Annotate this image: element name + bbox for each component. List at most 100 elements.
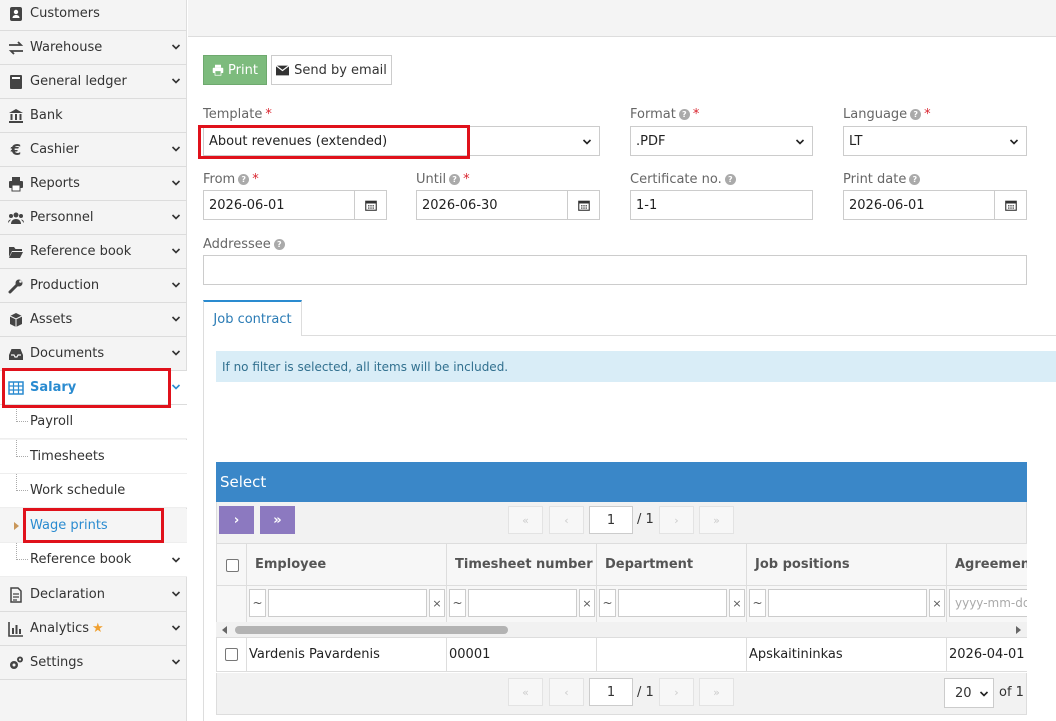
sidebar-subitem-work-schedule[interactable]: Work schedule	[0, 474, 187, 508]
chevron-down-icon	[171, 659, 181, 665]
filter-operator[interactable]: ~	[249, 589, 266, 617]
sidebar-item-customers[interactable]: Customers	[0, 0, 187, 31]
certificate-label-row: Certificate no. ?	[630, 172, 736, 187]
column-header-job-positions[interactable]: Job positions	[747, 544, 947, 586]
last-page-button[interactable]: »	[699, 506, 734, 534]
calendar-icon[interactable]	[994, 191, 1026, 219]
table-cell-timesheet: 00001	[447, 638, 597, 672]
send-email-button[interactable]: Send by email	[271, 55, 392, 85]
column-header-employee[interactable]: Employee	[247, 544, 447, 586]
sidebar-item-assets[interactable]: Assets	[0, 303, 187, 337]
scroll-left-icon[interactable]	[222, 626, 227, 634]
help-icon[interactable]: ?	[449, 174, 461, 185]
move-all-button[interactable]: »	[260, 506, 295, 534]
filter-input-department[interactable]	[618, 589, 727, 617]
first-page-button[interactable]: «	[508, 506, 543, 534]
scrollbar-thumb[interactable]	[235, 626, 508, 634]
help-icon[interactable]: ?	[238, 174, 250, 185]
sidebar-item-label: Analytics	[30, 621, 90, 636]
chevron-left-icon: ‹	[564, 685, 569, 699]
until-date-input[interactable]: 2026-06-30	[416, 190, 600, 220]
column-header-agreement[interactable]: Agreement	[947, 544, 1027, 586]
help-icon[interactable]: ?	[910, 109, 922, 120]
sidebar-item-label: Production	[30, 278, 100, 293]
filter-operator[interactable]: ~	[749, 589, 766, 617]
from-label-row: From ? *	[203, 172, 259, 187]
calendar-icon[interactable]	[354, 191, 386, 219]
move-selected-button[interactable]: ›	[219, 506, 254, 534]
prev-page-button[interactable]: ‹	[549, 678, 584, 706]
filter-info-alert: If no filter is selected, all items will…	[216, 351, 1056, 382]
chevron-down-icon	[171, 78, 181, 84]
chevron-right-icon: ›	[233, 512, 240, 528]
table-cell-employee: Vardenis Pavardenis	[247, 638, 447, 672]
filter-clear-button[interactable]: ×	[579, 589, 595, 617]
sidebar-item-label: Warehouse	[30, 40, 103, 55]
column-header-department[interactable]: Department	[597, 544, 747, 586]
sidebar-item-documents[interactable]: Documents	[0, 337, 187, 371]
calendar-icon[interactable]	[567, 191, 599, 219]
sidebar-item-reference-book[interactable]: Reference book	[0, 235, 187, 269]
filter-clear-button[interactable]: ×	[729, 589, 745, 617]
sidebar-item-production[interactable]: Production	[0, 269, 187, 303]
filter-input-job-positions[interactable]	[768, 589, 927, 617]
next-page-button[interactable]: ›	[659, 678, 694, 706]
page-input[interactable]: 1	[589, 678, 633, 706]
from-date-input[interactable]: 2026-06-01	[203, 190, 387, 220]
sidebar-item-personnel[interactable]: Personnel	[0, 201, 187, 235]
sidebar-subitem-reference-book[interactable]: Reference book	[0, 543, 187, 577]
filter-operator[interactable]: ~	[449, 589, 466, 617]
sidebar-item-reports[interactable]: Reports	[0, 167, 187, 201]
sidebar-item-bank[interactable]: Bank	[0, 99, 187, 133]
filter-input-agreement[interactable]: yyyy-mm-dd	[949, 589, 1027, 617]
format-label-row: Format ? *	[630, 107, 699, 122]
sidebar-item-general-ledger[interactable]: General ledger	[0, 65, 187, 99]
help-icon[interactable]: ?	[724, 174, 736, 185]
format-select[interactable]: .PDF	[630, 126, 813, 156]
highlight-template	[198, 125, 470, 159]
filter-input-timesheet[interactable]	[468, 589, 577, 617]
language-label-row: Language ? *	[843, 107, 931, 122]
certificate-input[interactable]: 1-1	[630, 190, 813, 220]
until-label-row: Until ? *	[416, 172, 470, 187]
chevron-down-icon	[171, 350, 181, 356]
last-page-button[interactable]: »	[699, 678, 734, 706]
filter-clear-button[interactable]: ×	[929, 589, 945, 617]
column-header-timesheet[interactable]: Timesheet number	[447, 544, 597, 586]
sidebar-item-analytics[interactable]: Analytics ★	[0, 612, 187, 646]
row-checkbox[interactable]	[225, 648, 238, 661]
print-date-input[interactable]: 2026-06-01	[843, 190, 1027, 220]
filter-clear-button[interactable]: ×	[429, 589, 445, 617]
sidebar-item-warehouse[interactable]: Warehouse	[0, 31, 187, 65]
print-button[interactable]: Print	[203, 55, 267, 85]
sidebar-item-cashier[interactable]: € Cashier	[0, 133, 187, 167]
template-label-row: Template *	[203, 107, 272, 122]
language-select[interactable]: LT	[843, 126, 1027, 156]
sidebar-subitem-payroll[interactable]: Payroll	[0, 405, 187, 439]
chevron-down-icon	[171, 180, 181, 186]
sidebar-item-declaration[interactable]: Declaration	[0, 578, 187, 612]
page-input[interactable]: 1	[589, 506, 633, 534]
print-icon	[212, 64, 224, 76]
next-page-button[interactable]: ›	[659, 506, 694, 534]
sidebar-item-label: General ledger	[30, 74, 127, 89]
sidebar-item-settings[interactable]: Settings	[0, 646, 187, 680]
prev-page-button[interactable]: ‹	[549, 506, 584, 534]
sidebar-subitem-timesheets[interactable]: Timesheets	[0, 440, 187, 474]
help-icon[interactable]: ?	[909, 174, 921, 185]
filter-operator[interactable]: ~	[599, 589, 616, 617]
chevron-left-icon: ‹	[564, 513, 569, 527]
horizontal-scrollbar[interactable]	[216, 622, 1027, 638]
addressee-input[interactable]	[203, 255, 1027, 285]
help-icon[interactable]: ?	[678, 109, 690, 120]
select-all-checkbox[interactable]	[226, 559, 239, 572]
print-date-label: Print date	[843, 172, 907, 187]
scroll-right-icon[interactable]	[1016, 626, 1021, 634]
tab-job-contract[interactable]: Job contract	[203, 300, 302, 336]
filter-input-employee[interactable]	[268, 589, 427, 617]
page-size-select[interactable]: 20	[944, 678, 994, 708]
sidebar-item-label: Bank	[30, 108, 63, 123]
first-page-button[interactable]: «	[508, 678, 543, 706]
tab-divider	[302, 335, 1056, 336]
help-icon[interactable]: ?	[273, 239, 285, 250]
